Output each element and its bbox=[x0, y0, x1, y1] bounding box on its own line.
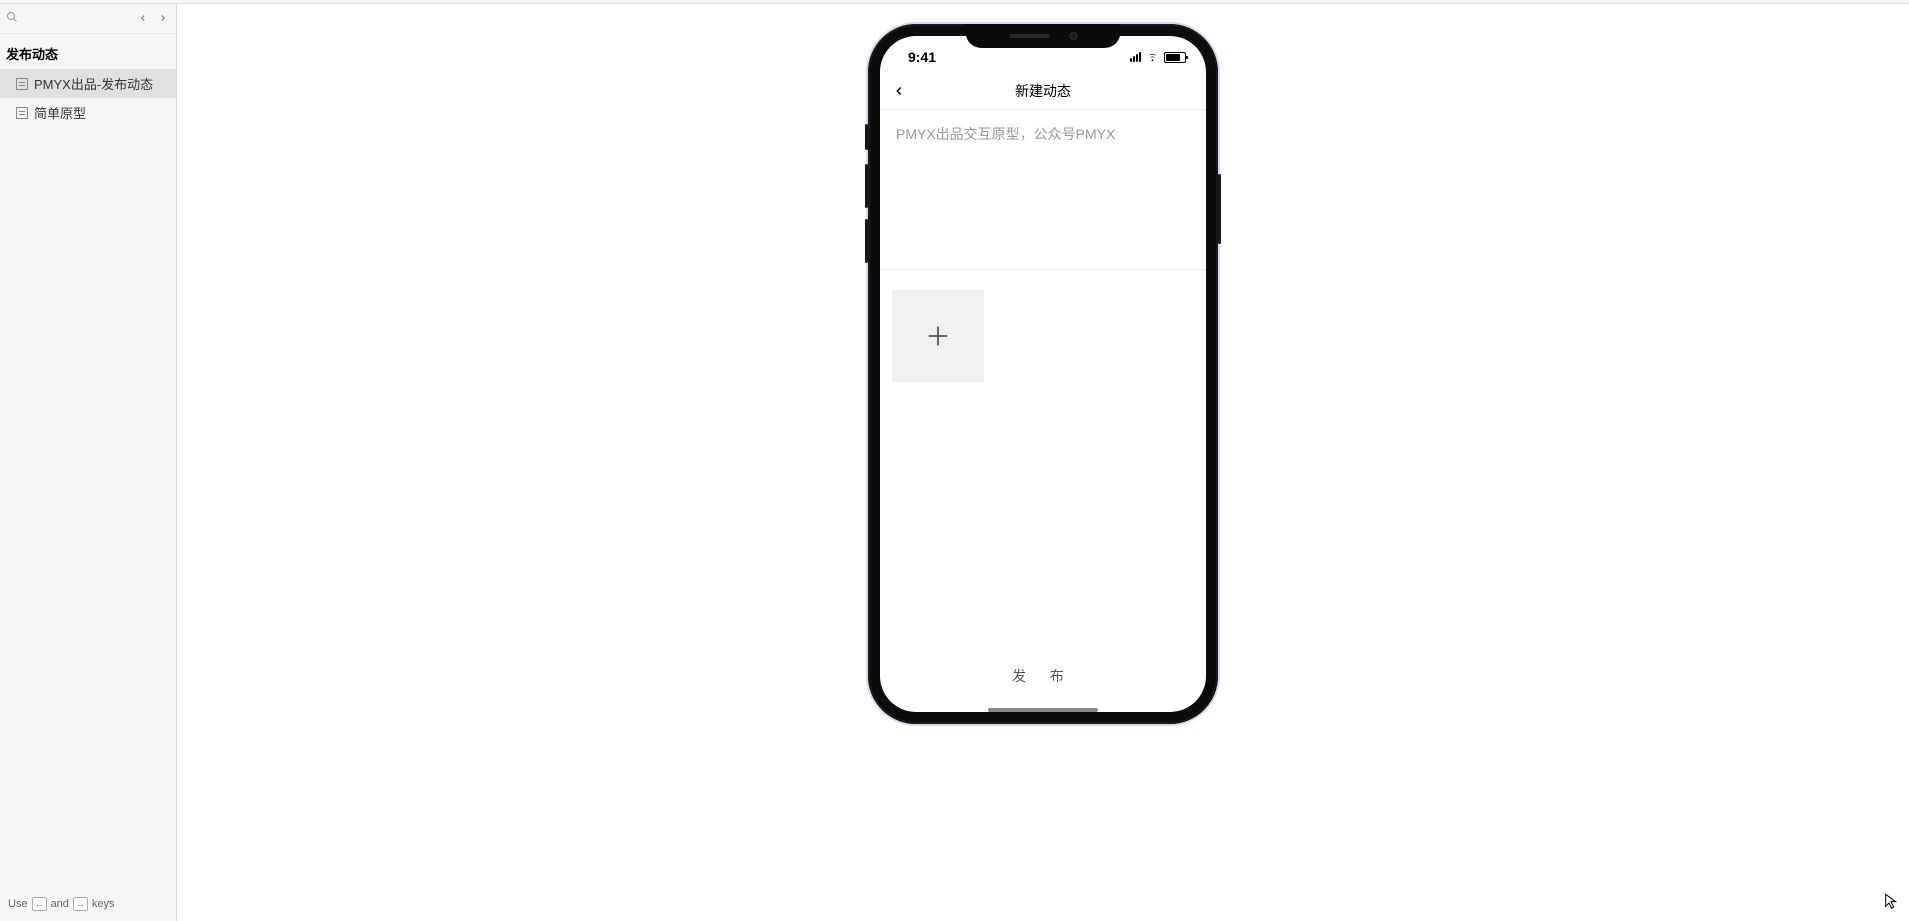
nav-arrows bbox=[136, 11, 170, 27]
sidebar-item-pmyx[interactable]: PMYX出品-发布动态 bbox=[0, 69, 176, 98]
status-icons bbox=[1130, 52, 1186, 63]
main-layout: 发布动态 PMYX出品-发布动态 简单原型 Use ← and → keys bbox=[0, 4, 1909, 921]
post-text-input[interactable]: PMYX出品交互原型，公众号PMYX bbox=[880, 110, 1206, 270]
canvas: 9:41 新建动态 PMYX出品交互 bbox=[177, 4, 1909, 921]
sidebar-item-label: PMYX出品-发布动态 bbox=[34, 74, 153, 93]
sidebar-group-title: 发布动态 bbox=[0, 34, 176, 69]
phone-frame: 9:41 新建动态 PMYX出品交互 bbox=[868, 24, 1218, 724]
publish-button[interactable]: 发 布 bbox=[880, 650, 1206, 702]
signal-icon bbox=[1130, 52, 1141, 62]
keycap-right: → bbox=[73, 897, 88, 911]
phone-screen: 9:41 新建动态 PMYX出品交互 bbox=[880, 36, 1206, 712]
cursor-icon bbox=[1883, 891, 1899, 911]
content-area: PMYX出品交互原型，公众号PMYX bbox=[880, 110, 1206, 650]
page-icon bbox=[16, 78, 28, 90]
footer-mid: and bbox=[51, 898, 69, 910]
plus-icon bbox=[924, 322, 952, 350]
home-indicator[interactable] bbox=[988, 708, 1098, 712]
back-button[interactable] bbox=[892, 83, 906, 99]
footer-suffix: keys bbox=[92, 898, 115, 910]
phone-side-button bbox=[865, 164, 868, 208]
phone-side-button bbox=[865, 124, 868, 150]
phone-notch bbox=[966, 24, 1121, 48]
speaker-icon bbox=[1009, 34, 1049, 38]
sidebar-footer: Use ← and → keys bbox=[0, 887, 176, 921]
battery-icon bbox=[1164, 52, 1186, 63]
sidebar-item-label: 简单原型 bbox=[34, 103, 86, 122]
sidebar-item-simple[interactable]: 简单原型 bbox=[0, 98, 176, 127]
phone-side-button bbox=[1218, 174, 1221, 244]
wifi-icon bbox=[1145, 52, 1160, 63]
nav-bar: 新建动态 bbox=[880, 72, 1206, 110]
footer-prefix: Use bbox=[8, 898, 28, 910]
add-media-button[interactable] bbox=[892, 290, 984, 382]
nav-prev-icon[interactable] bbox=[136, 11, 150, 27]
search-icon[interactable] bbox=[6, 11, 136, 26]
status-time: 9:41 bbox=[908, 49, 936, 65]
keycap-left: ← bbox=[32, 897, 47, 911]
nav-title: 新建动态 bbox=[1015, 81, 1071, 101]
page-icon bbox=[16, 107, 28, 119]
camera-icon bbox=[1069, 32, 1077, 40]
sidebar: 发布动态 PMYX出品-发布动态 简单原型 Use ← and → keys bbox=[0, 4, 177, 921]
phone-side-button bbox=[865, 219, 868, 263]
sidebar-header bbox=[0, 4, 176, 34]
nav-next-icon[interactable] bbox=[156, 11, 170, 27]
media-area bbox=[880, 270, 1206, 402]
